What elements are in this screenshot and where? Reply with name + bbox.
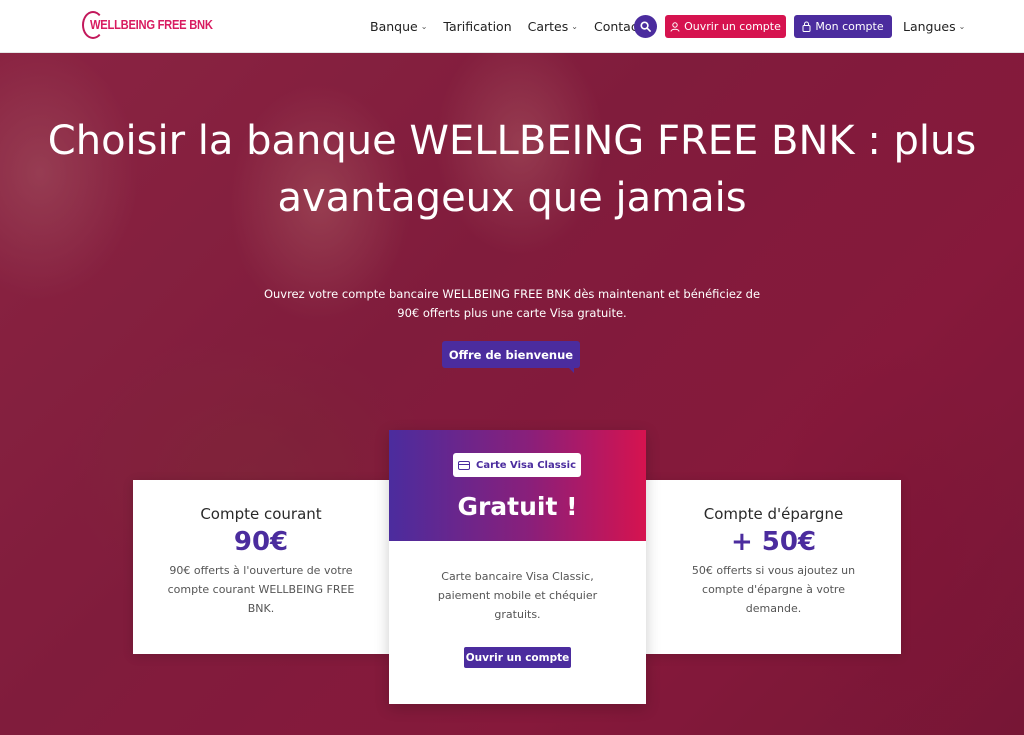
checking-account-card: Compte courant 90€ 90€ offerts à l'ouver… <box>133 480 389 654</box>
user-icon <box>670 21 680 32</box>
card-price: + 50€ <box>730 527 817 557</box>
card-description: 90€ offerts à l'ouverture de votre compt… <box>167 564 355 615</box>
visa-card-header: Carte Visa Classic Gratuit ! <box>389 430 646 541</box>
menu-item-cartes[interactable]: Cartes ⌄ <box>528 19 578 34</box>
open-account-button[interactable]: Ouvrir un compte <box>665 15 786 38</box>
hero-title: Choisir la banque WELLBEING FREE BNK : p… <box>0 113 1024 227</box>
welcome-offer-button[interactable]: Offre de bienvenue <box>442 341 580 373</box>
hero-subtitle: Ouvrez votre compte bancaire WELLBEING F… <box>263 287 761 320</box>
brand-name: WELLBEING FREE BNK <box>90 17 213 32</box>
open-account-card-button[interactable]: Ouvrir un compte <box>464 647 571 668</box>
chevron-down-icon: ⌄ <box>958 22 966 31</box>
chevron-down-icon: ⌄ <box>420 22 428 31</box>
visa-badge-label: Carte Visa Classic <box>475 459 576 471</box>
main-menu: Banque ⌄ Tarification Cartes ⌄ Contact <box>370 0 659 53</box>
language-label: Langues <box>903 19 956 34</box>
card-heading: Compte courant <box>200 505 322 523</box>
hero-title-line1: Choisir la banque WELLBEING FREE BNK : p… <box>47 118 977 164</box>
card-description: Carte bancaire Visa Classic, paiement mo… <box>437 570 598 621</box>
open-account-label: Ouvrir un compte <box>684 20 781 33</box>
savings-account-card: Compte d'épargne + 50€ 50€ offerts si vo… <box>646 480 901 654</box>
top-navbar: WELLBEING FREE BNK Banque ⌄ Tarification… <box>0 0 1024 53</box>
card-price: 90€ <box>233 527 289 557</box>
search-icon <box>640 21 651 32</box>
card-heading: Compte d'épargne <box>703 505 844 523</box>
menu-item-banque[interactable]: Banque ⌄ <box>370 19 427 34</box>
free-headline: Gratuit ! <box>457 492 578 521</box>
my-account-button[interactable]: Mon compte <box>794 15 892 38</box>
menu-item-label: Tarification <box>443 19 512 34</box>
menu-item-label: Banque <box>370 19 418 34</box>
brand-logo[interactable]: WELLBEING FREE BNK <box>82 11 233 39</box>
language-selector[interactable]: Langues ⌄ <box>903 19 965 34</box>
chevron-down-icon: ⌄ <box>571 22 578 31</box>
visa-card-offer: Carte Visa Classic Gratuit ! Carte banca… <box>389 430 646 704</box>
my-account-label: Mon compte <box>815 20 884 33</box>
hero-section: Choisir la banque WELLBEING FREE BNK : p… <box>0 53 1024 735</box>
search-button[interactable] <box>634 15 657 38</box>
hero-title-line2: avantageux que jamais <box>277 175 747 221</box>
credit-card-icon <box>457 460 470 470</box>
visa-classic-badge: Carte Visa Classic <box>453 453 581 477</box>
lock-icon <box>802 21 811 32</box>
card-description: 50€ offerts si vous ajoutez un compte d'… <box>691 564 856 615</box>
menu-item-label: Cartes <box>527 19 569 34</box>
menu-item-tarification[interactable]: Tarification <box>443 19 511 34</box>
